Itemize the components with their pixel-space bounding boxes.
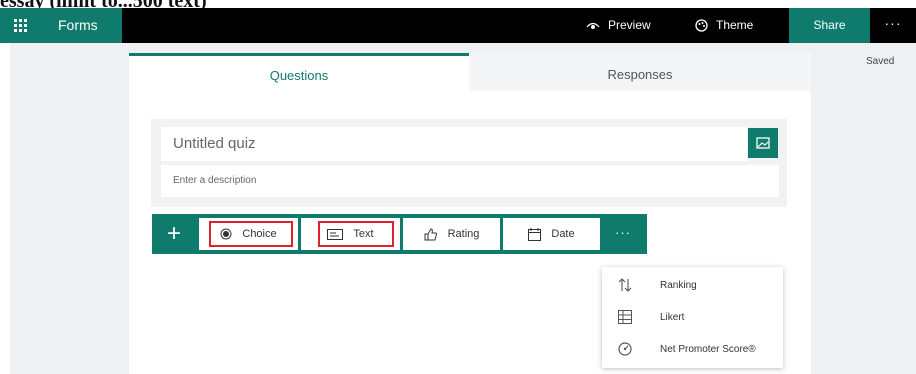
sort-arrows-icon (618, 278, 632, 292)
likert-label: Likert (660, 311, 685, 323)
saved-status: Saved (866, 56, 895, 67)
calendar-icon (528, 227, 542, 241)
palette-icon (695, 19, 708, 32)
theme-button[interactable]: Theme (695, 8, 753, 43)
preview-label: Preview (608, 18, 651, 32)
thumbs-up-icon (424, 227, 437, 240)
waffle-icon (13, 19, 27, 32)
form-title-input[interactable]: Untitled quiz (161, 127, 747, 161)
insert-image-button[interactable] (748, 128, 778, 158)
top-bar: Forms Preview Theme Share ··· (0, 8, 916, 43)
preview-button[interactable]: Preview (586, 8, 651, 43)
app-name[interactable]: Forms (40, 8, 122, 43)
menu-item-nps[interactable]: Net Promoter Score® (602, 333, 783, 365)
gauge-icon (618, 342, 632, 356)
grid-icon (618, 310, 632, 324)
eye-icon (586, 22, 600, 29)
add-question-button[interactable]: + (152, 214, 196, 254)
menu-item-ranking[interactable]: Ranking (602, 269, 783, 301)
more-options-button[interactable]: ··· (870, 8, 916, 43)
nps-label: Net Promoter Score® (660, 343, 756, 355)
rating-label: Rating (447, 228, 480, 240)
ranking-label: Ranking (660, 279, 697, 291)
share-button[interactable]: Share (789, 8, 870, 43)
tab-responses[interactable]: Responses (469, 53, 811, 91)
date-button[interactable]: Date (503, 218, 600, 250)
more-question-types-button[interactable]: ··· (603, 218, 643, 250)
image-icon (756, 137, 770, 149)
more-types-menu: Ranking Likert Net Promoter Score® (602, 267, 783, 368)
date-label: Date (551, 228, 575, 240)
form-description-input[interactable]: Enter a description (161, 165, 779, 197)
text-highlight-box (318, 221, 394, 247)
tab-questions[interactable]: Questions (129, 53, 469, 91)
theme-label: Theme (716, 18, 754, 32)
menu-item-likert[interactable]: Likert (602, 301, 783, 333)
app-launcher-button[interactable] (0, 8, 40, 43)
rating-button[interactable]: Rating (403, 218, 500, 250)
choice-highlight-box (209, 221, 293, 247)
